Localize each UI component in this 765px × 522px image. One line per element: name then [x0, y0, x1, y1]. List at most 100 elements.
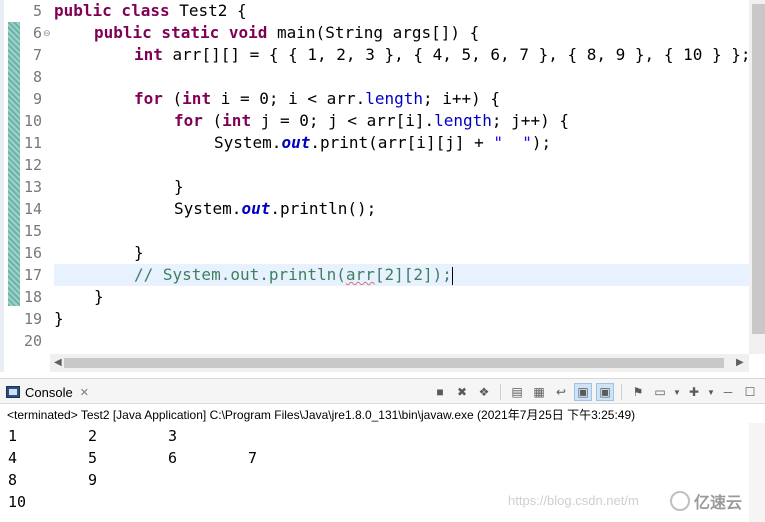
code-text: }	[54, 309, 64, 328]
code-text-area[interactable]: public class Test2 { public static void …	[54, 0, 749, 354]
remove-launch-icon[interactable]: ✖	[453, 383, 471, 401]
code-line: for (int i = 0; i < arr.length; i++) {	[134, 88, 500, 110]
output-value: 8	[8, 471, 18, 489]
console-process-status: <terminated> Test2 [Java Application] C:…	[7, 408, 636, 422]
output-value: 2	[88, 427, 98, 445]
output-value: 3	[168, 427, 178, 445]
output-value: 9	[88, 471, 98, 489]
output-value: 6	[168, 449, 178, 467]
code-text: .print(arr[i][j] +	[310, 133, 494, 152]
line-number: 12	[23, 156, 42, 174]
line-number: 13	[23, 178, 42, 196]
code-text: }	[94, 287, 104, 306]
maximize-icon[interactable]: ☐	[741, 383, 759, 401]
clear-console-icon[interactable]: ▤	[508, 383, 526, 401]
show-on-stderr-icon[interactable]: ▣	[596, 383, 614, 401]
line-number: 8	[32, 68, 42, 86]
word-wrap-icon[interactable]: ↩	[552, 383, 570, 401]
chevron-down-icon[interactable]: ▼	[673, 383, 681, 401]
output-line: 4 5 6 7	[8, 447, 748, 469]
brand-name: 亿速云	[694, 495, 743, 512]
code-text: main(String args[]) {	[267, 23, 480, 42]
line-number-gutter: 5 6 ⊖ 7 8 9 10 11 12 13 14 15 16 17 18 1…	[20, 0, 51, 354]
vertical-scrollbar[interactable]	[749, 0, 765, 354]
output-line: 8 9	[8, 469, 748, 491]
output-value: 10	[8, 493, 27, 511]
string-literal: " "	[493, 133, 532, 152]
terminate-icon[interactable]: ■	[431, 383, 449, 401]
code-line: }	[54, 308, 64, 330]
code-text: }	[134, 243, 144, 262]
fold-collapse-icon[interactable]: ⊖	[43, 22, 51, 44]
code-line: }	[94, 286, 104, 308]
output-line: 1 2 3	[8, 425, 748, 447]
code-line: }	[174, 176, 184, 198]
code-line-comment: // System.out.println(arr[2][2]);	[134, 264, 453, 286]
text-caret	[451, 266, 453, 285]
code-text: (	[162, 89, 183, 108]
scroll-lock-icon[interactable]: ▦	[530, 383, 548, 401]
toolbar-separator	[621, 384, 622, 400]
keyword: int	[222, 111, 252, 130]
tab-console-label: Console	[25, 384, 73, 400]
scroll-left-icon[interactable]: ◀	[54, 354, 62, 372]
keyword: int	[182, 89, 212, 108]
watermark-brand: 亿速云	[670, 489, 742, 513]
minimize-icon[interactable]: ─	[719, 383, 737, 401]
console-toolbar: ■ ✖ ❖ ▤ ▦ ↩ ▣ ▣ ⚑ ▭ ▼ ✚ ▼ ─ ☐	[431, 382, 759, 402]
code-line: int arr[][] = { { 1, 2, 3 }, { 4, 5, 6, …	[134, 44, 749, 66]
output-value: 5	[88, 449, 98, 467]
line-number: 20	[23, 332, 42, 350]
keyword: public static void	[94, 23, 268, 42]
static-field-reference: out	[241, 199, 271, 218]
console-header: Console ✕ ■ ✖ ❖ ▤ ▦ ↩ ▣ ▣ ⚑ ▭ ▼ ✚ ▼ ─ ☐	[0, 379, 765, 404]
close-icon[interactable]: ✕	[80, 386, 89, 399]
field-reference: length	[434, 111, 492, 130]
console-view: Console ✕ ■ ✖ ❖ ▤ ▦ ↩ ▣ ▣ ⚑ ▭ ▼ ✚ ▼ ─ ☐ …	[0, 378, 765, 522]
spelling-warning: arr	[345, 265, 375, 284]
output-value: 4	[8, 449, 18, 467]
pin-console-icon[interactable]: ⚑	[629, 383, 647, 401]
line-number: 9	[32, 90, 42, 108]
code-text: j = 0; j < arr[i].	[251, 111, 435, 130]
quick-diff-change-bar	[8, 22, 20, 306]
line-number: 15	[23, 222, 42, 240]
output-value: 7	[248, 449, 258, 467]
code-line: for (int j = 0; j < arr[i].length; j++) …	[174, 110, 569, 132]
comment-text: // System.out.println(	[134, 265, 346, 284]
scroll-right-icon[interactable]: ▶	[736, 354, 744, 372]
remove-all-terminated-icon[interactable]: ❖	[475, 383, 493, 401]
show-on-stdout-icon[interactable]: ▣	[574, 383, 592, 401]
open-console-icon[interactable]: ✚	[685, 383, 703, 401]
console-vertical-scrollbar[interactable]	[749, 423, 765, 522]
line-number: 16	[23, 244, 42, 262]
vertical-scroll-thumb[interactable]	[752, 4, 765, 334]
code-text: i = 0; i < arr.	[211, 89, 366, 108]
tab-console[interactable]: Console ✕	[6, 382, 89, 402]
line-number: 10	[23, 112, 42, 130]
line-number: 18	[23, 288, 42, 306]
code-text: ; i++) {	[423, 89, 501, 108]
comment-text: [2][2]);	[374, 265, 452, 284]
keyword: public class	[54, 1, 170, 20]
toolbar-separator	[500, 384, 501, 400]
display-console-icon[interactable]: ▭	[651, 383, 669, 401]
keyword: for	[174, 111, 203, 130]
code-line: System.out.print(arr[i][j] + " ");	[214, 132, 551, 154]
line-number: 14	[23, 200, 42, 218]
line-number: 17	[23, 266, 42, 284]
chevron-down-icon[interactable]: ▼	[707, 383, 715, 401]
line-number: 5	[32, 2, 42, 20]
code-line: public class Test2 {	[54, 0, 247, 22]
code-text: System.	[174, 199, 242, 218]
code-editor[interactable]: 5 6 ⊖ 7 8 9 10 11 12 13 14 15 16 17 18 1…	[0, 0, 765, 372]
line-number: 19	[23, 310, 42, 328]
code-line: System.out.println();	[174, 198, 376, 220]
static-field-reference: out	[281, 133, 311, 152]
horizontal-scroll-thumb[interactable]	[64, 358, 724, 368]
console-icon	[6, 386, 20, 398]
code-text: arr[][] = { { 1, 2, 3 }, { 4, 5, 6, 7 },…	[162, 45, 749, 64]
code-text: .println();	[270, 199, 377, 218]
keyword: for	[134, 89, 163, 108]
horizontal-scrollbar[interactable]: ◀ ▶	[50, 354, 749, 372]
